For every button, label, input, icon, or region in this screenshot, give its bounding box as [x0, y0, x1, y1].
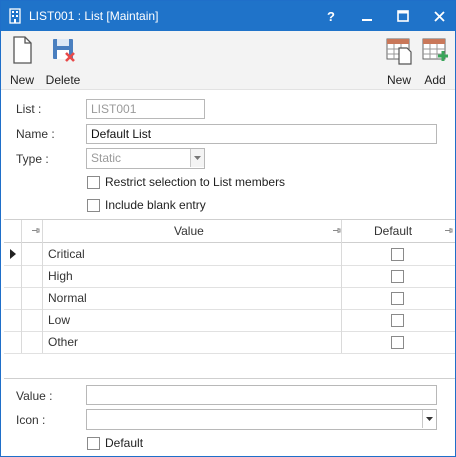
table-row[interactable]: Low: [4, 309, 455, 332]
restrict-label: Restrict selection to List members: [105, 175, 286, 189]
list-maintain-window: LIST001 : List [Maintain] ? New Delete N…: [0, 0, 456, 457]
include-blank-checkbox[interactable]: [87, 199, 100, 212]
pin-icon[interactable]: [444, 226, 453, 235]
row-value[interactable]: Critical: [48, 247, 85, 261]
delete-button[interactable]: Delete: [43, 35, 83, 87]
delete-save-icon: [53, 39, 75, 62]
chevron-down-icon[interactable]: [422, 410, 436, 428]
new-button[interactable]: New: [2, 35, 42, 87]
value-field[interactable]: [86, 385, 437, 405]
grid-header: Value Default: [4, 220, 455, 243]
icon-select[interactable]: [86, 409, 437, 430]
name-field[interactable]: Default List: [86, 124, 437, 144]
table-row[interactable]: Normal: [4, 287, 455, 310]
close-button[interactable]: [423, 1, 455, 31]
table-row[interactable]: Critical: [4, 243, 455, 266]
column-divider: [21, 220, 22, 353]
type-value: Static: [91, 151, 122, 165]
window-title: LIST001 : List [Maintain]: [29, 9, 159, 23]
type-label: Type :: [16, 152, 49, 166]
row-default-checkbox[interactable]: [391, 314, 404, 327]
minimize-button[interactable]: [351, 1, 383, 31]
grid-add-label: Add: [424, 73, 446, 87]
column-divider: [42, 220, 43, 353]
icon-label: Icon :: [16, 413, 46, 427]
grid-new-label: New: [386, 73, 411, 87]
row-default-checkbox[interactable]: [391, 336, 404, 349]
current-row-indicator-icon: [10, 249, 16, 259]
maximize-icon: [397, 10, 409, 22]
type-select[interactable]: Static: [86, 148, 205, 169]
row-value[interactable]: Low: [48, 313, 70, 327]
row-value[interactable]: Normal: [48, 291, 87, 305]
value-column-header[interactable]: Value: [174, 224, 204, 238]
restrict-checkbox[interactable]: [87, 176, 100, 189]
building-icon: [9, 8, 21, 24]
chevron-down-icon[interactable]: [190, 149, 204, 167]
maximize-button[interactable]: [387, 1, 419, 31]
name-label: Name :: [16, 127, 55, 141]
delete-label: Delete: [45, 73, 81, 87]
help-button[interactable]: ?: [315, 1, 347, 31]
minimize-icon: [362, 19, 372, 21]
row-default-checkbox[interactable]: [391, 292, 404, 305]
pin-icon[interactable]: [31, 226, 40, 235]
new-label: New: [9, 73, 34, 87]
row-default-checkbox[interactable]: [391, 248, 404, 261]
toolbar: New Delete New Add: [1, 31, 455, 90]
title-bar: LIST001 : List [Maintain] ?: [1, 1, 455, 31]
pin-icon[interactable]: [332, 226, 341, 235]
row-value[interactable]: High: [48, 269, 73, 283]
grid-add-button[interactable]: Add: [415, 35, 455, 87]
table-row[interactable]: High: [4, 265, 455, 288]
grid-new-icon: [386, 38, 412, 65]
column-divider: [341, 220, 342, 353]
default-checkbox[interactable]: [87, 437, 100, 450]
default-label: Default: [105, 436, 144, 450]
list-label: List :: [16, 102, 42, 116]
row-default-checkbox[interactable]: [391, 270, 404, 283]
include-blank-label: Include blank entry: [105, 198, 206, 212]
grid-new-button[interactable]: New: [379, 35, 419, 87]
table-row[interactable]: Other: [4, 331, 455, 354]
value-label: Value :: [16, 389, 53, 403]
list-field: LIST001: [86, 99, 205, 119]
row-value[interactable]: Other: [48, 335, 78, 349]
close-icon: [433, 10, 445, 22]
default-column-header[interactable]: Default: [374, 224, 412, 238]
values-grid: Value Default Critical High Normal Low O…: [4, 219, 455, 379]
grid-add-icon: [422, 38, 448, 61]
new-document-icon: [13, 36, 32, 64]
